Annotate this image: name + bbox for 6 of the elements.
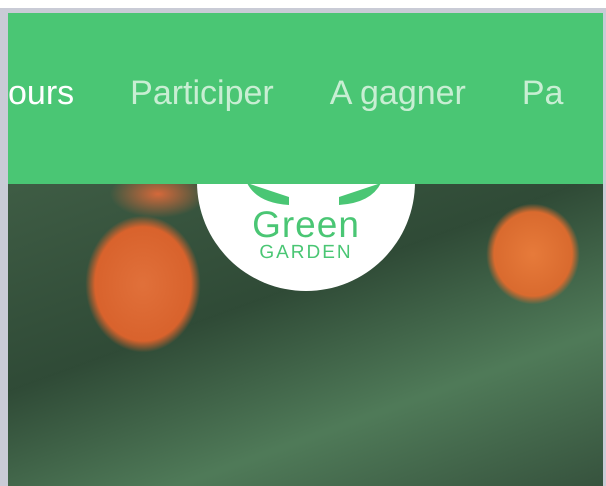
nav-link[interactable]: Pa bbox=[522, 74, 564, 113]
nav-link[interactable]: Participer bbox=[130, 74, 274, 113]
logo-subtitle: GARDEN bbox=[259, 243, 353, 264]
logo-title: Green bbox=[252, 206, 360, 244]
nav-link[interactable]: A gagner bbox=[330, 74, 466, 113]
nav-link[interactable]: ours bbox=[8, 74, 74, 113]
